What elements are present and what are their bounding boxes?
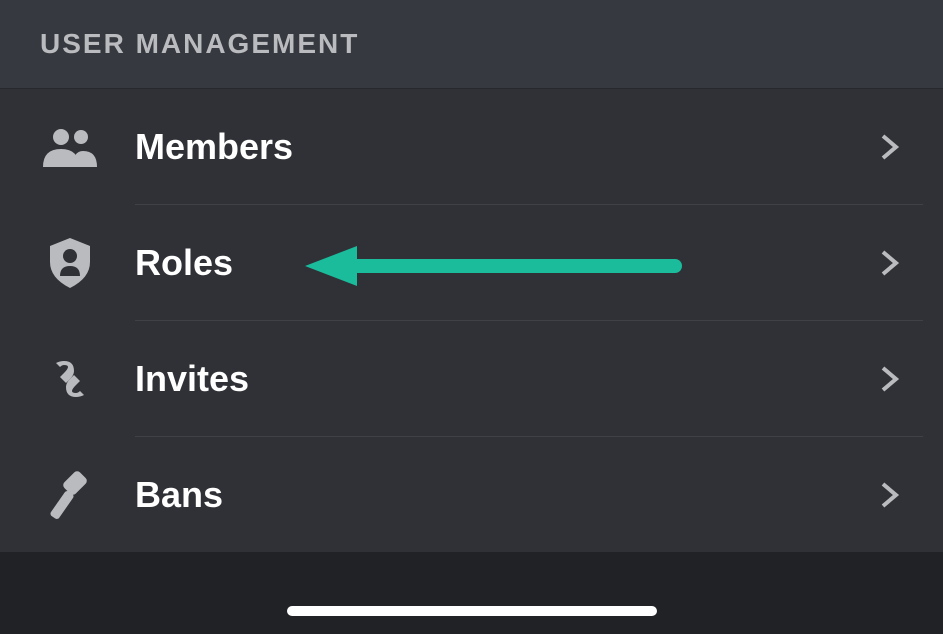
chevron-right-icon — [875, 133, 903, 161]
members-icon — [40, 119, 100, 175]
bottom-bar — [0, 552, 943, 634]
list-item-roles[interactable]: Roles — [0, 205, 943, 321]
list-item-bans[interactable]: Bans — [0, 437, 943, 553]
roles-icon — [40, 235, 100, 291]
list-item-members[interactable]: Members — [0, 89, 943, 205]
section-header: USER MANAGEMENT — [0, 0, 943, 89]
invites-icon — [40, 351, 100, 407]
bans-icon — [40, 467, 100, 523]
chevron-right-icon — [875, 481, 903, 509]
chevron-right-icon — [875, 249, 903, 277]
list-item-label: Roles — [135, 242, 875, 284]
list-item-label: Invites — [135, 358, 875, 400]
list-item-invites[interactable]: Invites — [0, 321, 943, 437]
list-item-label: Bans — [135, 474, 875, 516]
user-management-list: Members Roles Invit — [0, 89, 943, 553]
home-indicator — [287, 606, 657, 616]
list-item-label: Members — [135, 126, 875, 168]
section-title: USER MANAGEMENT — [40, 28, 903, 60]
chevron-right-icon — [875, 365, 903, 393]
